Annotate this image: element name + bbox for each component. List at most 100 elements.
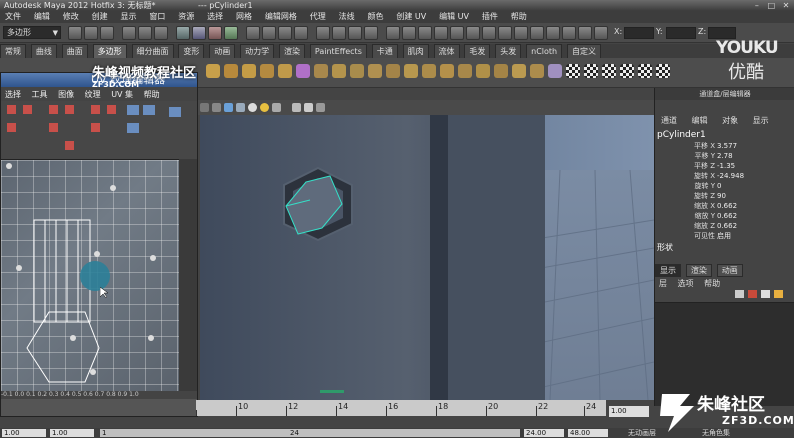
shelf-tab-deformation[interactable]: 变形 (178, 44, 205, 58)
time-slider[interactable]: 10 12 14 16 18 20 22 24 (196, 400, 606, 416)
outliner-icon[interactable] (482, 26, 496, 40)
attr-row[interactable]: 缩放 X 0.662 (655, 202, 789, 210)
uv-menu-help[interactable]: 帮助 (144, 90, 160, 99)
poly-plane-icon[interactable] (278, 64, 292, 78)
select-hierarchy-icon[interactable] (122, 26, 136, 40)
uv-flip-icon[interactable] (7, 105, 16, 114)
vertex-mask-icon[interactable] (176, 26, 190, 40)
menu-file[interactable]: 文件 (5, 12, 21, 21)
attribute-editor-icon[interactable] (402, 26, 416, 40)
menu-plugins[interactable]: 插件 (482, 12, 498, 21)
cylindrical-map-icon[interactable] (584, 64, 598, 78)
uv-menu-image[interactable]: 图像 (58, 90, 74, 99)
menu-display[interactable]: 显示 (121, 12, 137, 21)
object-name[interactable]: pCylinder1 (657, 130, 706, 140)
layer-tab-anim[interactable]: 动画 (716, 264, 743, 277)
uv-rotate-icon[interactable] (23, 105, 32, 114)
cb-menu-show[interactable]: 显示 (753, 116, 769, 125)
close-button[interactable]: ✕ (780, 0, 792, 11)
shelf-tab-rendering[interactable]: 渲染 (279, 44, 305, 58)
shelf-tab-polygons[interactable]: 多边形 (92, 44, 127, 58)
attr-row[interactable]: 缩放 Y 0.662 (655, 212, 789, 220)
shelf-tab-ncloth[interactable]: nCloth (526, 44, 563, 58)
maximize-button[interactable]: □ (765, 0, 777, 11)
sew-uv-icon[interactable] (656, 64, 670, 78)
split-polygon-icon[interactable] (494, 64, 508, 78)
textured-icon[interactable] (236, 103, 245, 112)
face-mask-icon[interactable] (208, 26, 222, 40)
new-layer-selected-icon[interactable] (748, 290, 757, 298)
shelf-tab-animation[interactable]: 动画 (209, 44, 236, 58)
poly-torus-icon[interactable] (296, 64, 310, 78)
shelf-tab-hair[interactable]: 头发 (495, 44, 522, 58)
grid-toggle-icon[interactable] (304, 103, 313, 112)
shelf-tab-paint-effects[interactable]: PaintEffects (309, 44, 367, 58)
ipr-render-icon[interactable] (348, 26, 362, 40)
shelf-tab-muscle[interactable]: 肌肉 (402, 44, 429, 58)
layer-menu-options[interactable]: 选项 (678, 279, 694, 288)
isolate-icon[interactable] (292, 103, 301, 112)
extrude-icon[interactable] (422, 64, 436, 78)
shadows-icon[interactable] (260, 103, 269, 112)
attr-row[interactable]: 旋转 Z 90 (655, 192, 789, 200)
menu-set-dropdown[interactable]: 多边形 ▼ (3, 26, 61, 39)
history-icon[interactable] (316, 26, 330, 40)
menu-create[interactable]: 创建 (92, 12, 108, 21)
uv-align-icon[interactable] (7, 123, 16, 132)
uv-dim-image-icon[interactable] (169, 107, 181, 117)
shapes-section-label[interactable]: 形状 (657, 242, 673, 253)
combine-icon[interactable] (314, 64, 328, 78)
mirror-icon[interactable] (404, 64, 418, 78)
new-layer-icon[interactable] (735, 290, 744, 298)
shelf-tab-curves[interactable]: 曲线 (30, 44, 57, 58)
poly-cone-icon[interactable] (260, 64, 274, 78)
uv-unfold-icon[interactable] (91, 105, 100, 114)
y-field[interactable] (666, 27, 696, 39)
menu-proxy[interactable]: 代理 (310, 12, 326, 21)
attr-row[interactable]: 平移 X 3.577 (655, 142, 789, 150)
animation-start-field[interactable]: 1.00 (2, 429, 46, 437)
minimize-button[interactable]: – (751, 0, 763, 11)
new-scene-icon[interactable] (68, 26, 82, 40)
render-frame-icon[interactable] (332, 26, 346, 40)
xray-icon[interactable] (272, 103, 281, 112)
preferences-icon[interactable] (578, 26, 592, 40)
attr-row[interactable]: 旋转 Y0 (655, 182, 789, 190)
automatic-map-icon[interactable] (620, 64, 634, 78)
menu-edit-uv[interactable]: 编辑 UV (439, 12, 469, 21)
shelf-tab-dynamics[interactable]: 动力学 (240, 44, 275, 58)
snap-plane-icon[interactable] (294, 26, 308, 40)
separate-icon[interactable] (332, 64, 346, 78)
render-view-icon[interactable] (514, 26, 528, 40)
uv-layout-icon[interactable] (107, 105, 116, 114)
layer-tab-render[interactable]: 渲染 (685, 264, 712, 277)
uv-mask-icon[interactable] (224, 26, 238, 40)
extract-icon[interactable] (350, 64, 364, 78)
help-line-icon[interactable] (594, 26, 608, 40)
layer-tab-display[interactable]: 显示 (655, 264, 681, 277)
menu-help[interactable]: 帮助 (511, 12, 527, 21)
insert-edge-loop-icon[interactable] (512, 64, 526, 78)
uv-checker-icon[interactable] (143, 105, 155, 115)
attr-row[interactable]: 平移 Z -1.35 (655, 162, 789, 170)
select-component-icon[interactable] (154, 26, 168, 40)
perspective-viewport[interactable] (200, 100, 654, 400)
range-slider[interactable]: 1 24 (100, 429, 520, 437)
layer-move-up-icon[interactable] (761, 290, 770, 298)
uv-cut-icon[interactable] (49, 105, 58, 114)
menu-select[interactable]: 选择 (207, 12, 223, 21)
uv-grid-icon[interactable] (65, 141, 74, 150)
smooth-shade-icon[interactable] (224, 103, 233, 112)
bridge-icon[interactable] (440, 64, 454, 78)
shelf-tab-fluids[interactable]: 流体 (433, 44, 460, 58)
uv-texture-editor-window[interactable]: UV 纹理编辑器 选择 工具 图像 纹理 UV 集 帮助 -0.1 0.0 0.… (0, 72, 198, 417)
menu-mesh[interactable]: 网格 (236, 12, 252, 21)
shelf-tab-fur[interactable]: 毛发 (464, 44, 491, 58)
shelf-tab-custom[interactable]: 自定义 (566, 44, 601, 58)
uv-sew-icon[interactable] (65, 105, 74, 114)
uv-editor-scrollbar[interactable] (179, 159, 197, 391)
append-polygon-icon[interactable] (458, 64, 472, 78)
planar-map-icon[interactable] (566, 64, 580, 78)
shelf-tab-subdivs[interactable]: 细分曲面 (131, 44, 174, 58)
animation-end-field[interactable]: 48.00 (568, 429, 608, 437)
